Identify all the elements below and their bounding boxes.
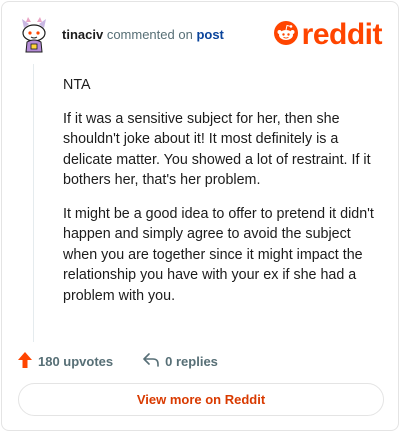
view-more-button[interactable]: View more on Reddit xyxy=(18,383,384,416)
upvote-arrow-icon xyxy=(18,351,32,371)
post-link[interactable]: post xyxy=(196,27,223,42)
comment-body: NTA If it was a sensitive subject for he… xyxy=(63,75,379,319)
upvote-button[interactable]: 180 upvotes xyxy=(18,351,114,371)
reply-icon xyxy=(143,352,159,370)
upvote-count: 180 upvotes xyxy=(38,353,114,369)
thread-line xyxy=(33,64,34,342)
reply-button[interactable]: 0 replies xyxy=(143,352,218,370)
reddit-logo[interactable]: reddit xyxy=(273,18,383,51)
reply-count: 0 replies xyxy=(165,353,218,369)
comment-meta: tinaciv commented on post xyxy=(62,27,224,43)
comment-footer: 180 upvotes 0 replies xyxy=(18,350,218,372)
comment-paragraph: NTA xyxy=(63,77,91,93)
reddit-wordmark: reddit xyxy=(301,18,383,51)
username-link[interactable]: tinaciv xyxy=(62,27,103,42)
reddit-logo-icon xyxy=(273,20,298,50)
avatar[interactable] xyxy=(18,16,50,54)
action-text: commented on xyxy=(106,27,193,42)
comment-card: tinaciv commented on post reddit NTA If … xyxy=(1,1,399,431)
comment-paragraph: It might be a good idea to offer to pret… xyxy=(63,205,374,304)
comment-header: tinaciv commented on post reddit xyxy=(18,16,383,56)
comment-paragraph: If it was a sensitive subject for her, t… xyxy=(63,110,371,189)
